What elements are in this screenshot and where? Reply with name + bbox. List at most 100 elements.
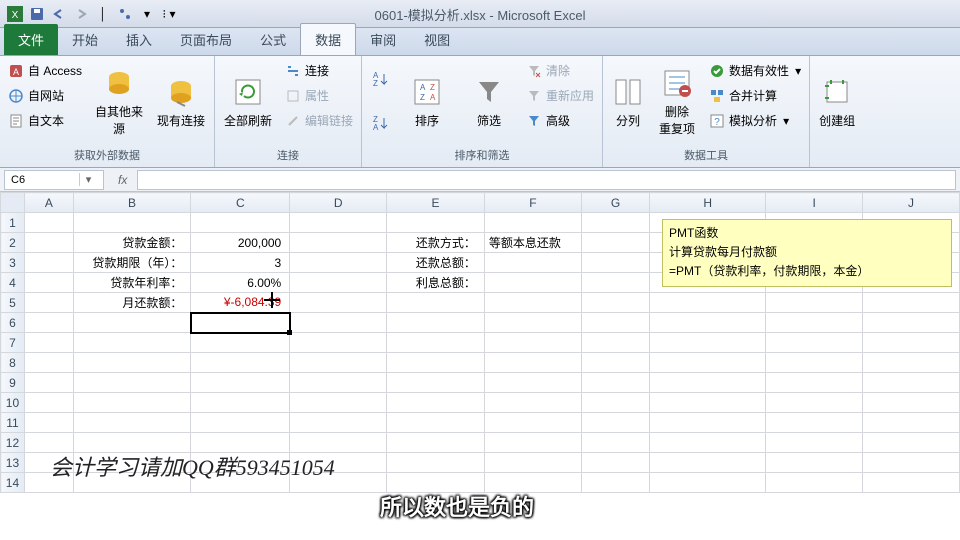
cell-E7[interactable] [387,333,485,353]
cell-D1[interactable] [290,213,387,233]
cell-I10[interactable] [766,393,863,413]
cell-G12[interactable] [581,433,649,453]
cell-C5[interactable]: ¥-6,084.39 [191,293,290,313]
cell-E3[interactable]: 还款总额： [387,253,485,273]
undo-icon[interactable] [50,5,68,23]
cell-C9[interactable] [191,373,290,393]
sort-desc-button[interactable]: ZA [366,111,394,137]
cell-A2[interactable] [24,233,73,253]
cell-E5[interactable] [387,293,485,313]
tab-layout[interactable]: 页面布局 [166,24,246,55]
cell-I11[interactable] [766,413,863,433]
cell-H12[interactable] [650,433,766,453]
cell-A8[interactable] [24,353,73,373]
cell-E9[interactable] [387,373,485,393]
row-header-4[interactable]: 4 [1,273,25,293]
cell-C2[interactable]: 200,000 [191,233,290,253]
cell-G5[interactable] [581,293,649,313]
cell-F4[interactable] [484,273,581,293]
cell-D5[interactable] [290,293,387,313]
cell-H14[interactable] [650,473,766,493]
cell-I13[interactable] [766,453,863,473]
cell-F7[interactable] [484,333,581,353]
col-header-B[interactable]: B [73,193,191,213]
row-header-6[interactable]: 6 [1,313,25,333]
from-text-button[interactable]: 自文本 [4,109,86,132]
cell-J14[interactable] [863,473,960,493]
cell-B7[interactable] [73,333,191,353]
worksheet-grid[interactable]: ABCDEFGHIJ12贷款金额：200,000还款方式：等额本息还款3贷款期限… [0,192,960,493]
cell-C6[interactable] [191,313,290,333]
cell-A6[interactable] [24,313,73,333]
cell-G14[interactable] [581,473,649,493]
cell-F5[interactable] [484,293,581,313]
cell-E13[interactable] [387,453,485,473]
cell-E12[interactable] [387,433,485,453]
col-header-J[interactable]: J [863,193,960,213]
cell-C1[interactable] [191,213,290,233]
cell-G4[interactable] [581,273,649,293]
from-other-button[interactable]: 自其他来源 [90,59,148,145]
cell-B3[interactable]: 贷款期限（年）： [73,253,191,273]
tab-formula[interactable]: 公式 [246,24,300,55]
cell-J11[interactable] [863,413,960,433]
cell-F13[interactable] [484,453,581,473]
save-icon[interactable] [28,5,46,23]
col-header-E[interactable]: E [387,193,485,213]
row-header-3[interactable]: 3 [1,253,25,273]
tab-home[interactable]: 开始 [58,24,112,55]
row-header-8[interactable]: 8 [1,353,25,373]
qat-custom-icon[interactable] [116,5,134,23]
row-header-11[interactable]: 11 [1,413,25,433]
cell-J5[interactable] [863,293,960,313]
cell-J10[interactable] [863,393,960,413]
row-header-12[interactable]: 12 [1,433,25,453]
cell-D6[interactable] [290,313,387,333]
cell-F10[interactable] [484,393,581,413]
cell-F8[interactable] [484,353,581,373]
name-box[interactable]: C6▾ [4,170,104,190]
redo-icon[interactable] [72,5,90,23]
cell-F12[interactable] [484,433,581,453]
formula-input[interactable] [137,170,956,190]
cell-D2[interactable] [290,233,387,253]
cell-A1[interactable] [24,213,73,233]
cell-B11[interactable] [73,413,191,433]
row-header-14[interactable]: 14 [1,473,25,493]
row-header-13[interactable]: 13 [1,453,25,473]
cell-G9[interactable] [581,373,649,393]
cell-H9[interactable] [650,373,766,393]
advanced-filter-button[interactable]: 高级 [522,109,598,132]
cell-G10[interactable] [581,393,649,413]
cell-B9[interactable] [73,373,191,393]
cell-I14[interactable] [766,473,863,493]
col-header-F[interactable]: F [484,193,581,213]
cell-B4[interactable]: 贷款年利率： [73,273,191,293]
col-header-G[interactable]: G [581,193,649,213]
cell-G1[interactable] [581,213,649,233]
cell-E2[interactable]: 还款方式： [387,233,485,253]
cell-J9[interactable] [863,373,960,393]
qat-dropdown-icon[interactable]: ▾ [138,5,156,23]
cell-A11[interactable] [24,413,73,433]
sort-asc-button[interactable]: AZ [366,67,394,93]
qat-more-icon[interactable]: ⁝ ▾ [160,5,178,23]
tab-view[interactable]: 视图 [410,24,464,55]
cell-E4[interactable]: 利息总额： [387,273,485,293]
row-header-1[interactable]: 1 [1,213,25,233]
name-box-dropdown-icon[interactable]: ▾ [79,173,97,186]
existing-conn-button[interactable]: 现有连接 [152,59,210,145]
cell-I9[interactable] [766,373,863,393]
cell-F9[interactable] [484,373,581,393]
cell-D7[interactable] [290,333,387,353]
row-header-10[interactable]: 10 [1,393,25,413]
cell-D11[interactable] [290,413,387,433]
cell-F6[interactable] [484,313,581,333]
cell-A7[interactable] [24,333,73,353]
cell-G8[interactable] [581,353,649,373]
text-to-columns-button[interactable]: 分列 [607,59,649,145]
col-header-I[interactable]: I [766,193,863,213]
tab-file[interactable]: 文件 [4,24,58,55]
cell-A10[interactable] [24,393,73,413]
cell-E11[interactable] [387,413,485,433]
